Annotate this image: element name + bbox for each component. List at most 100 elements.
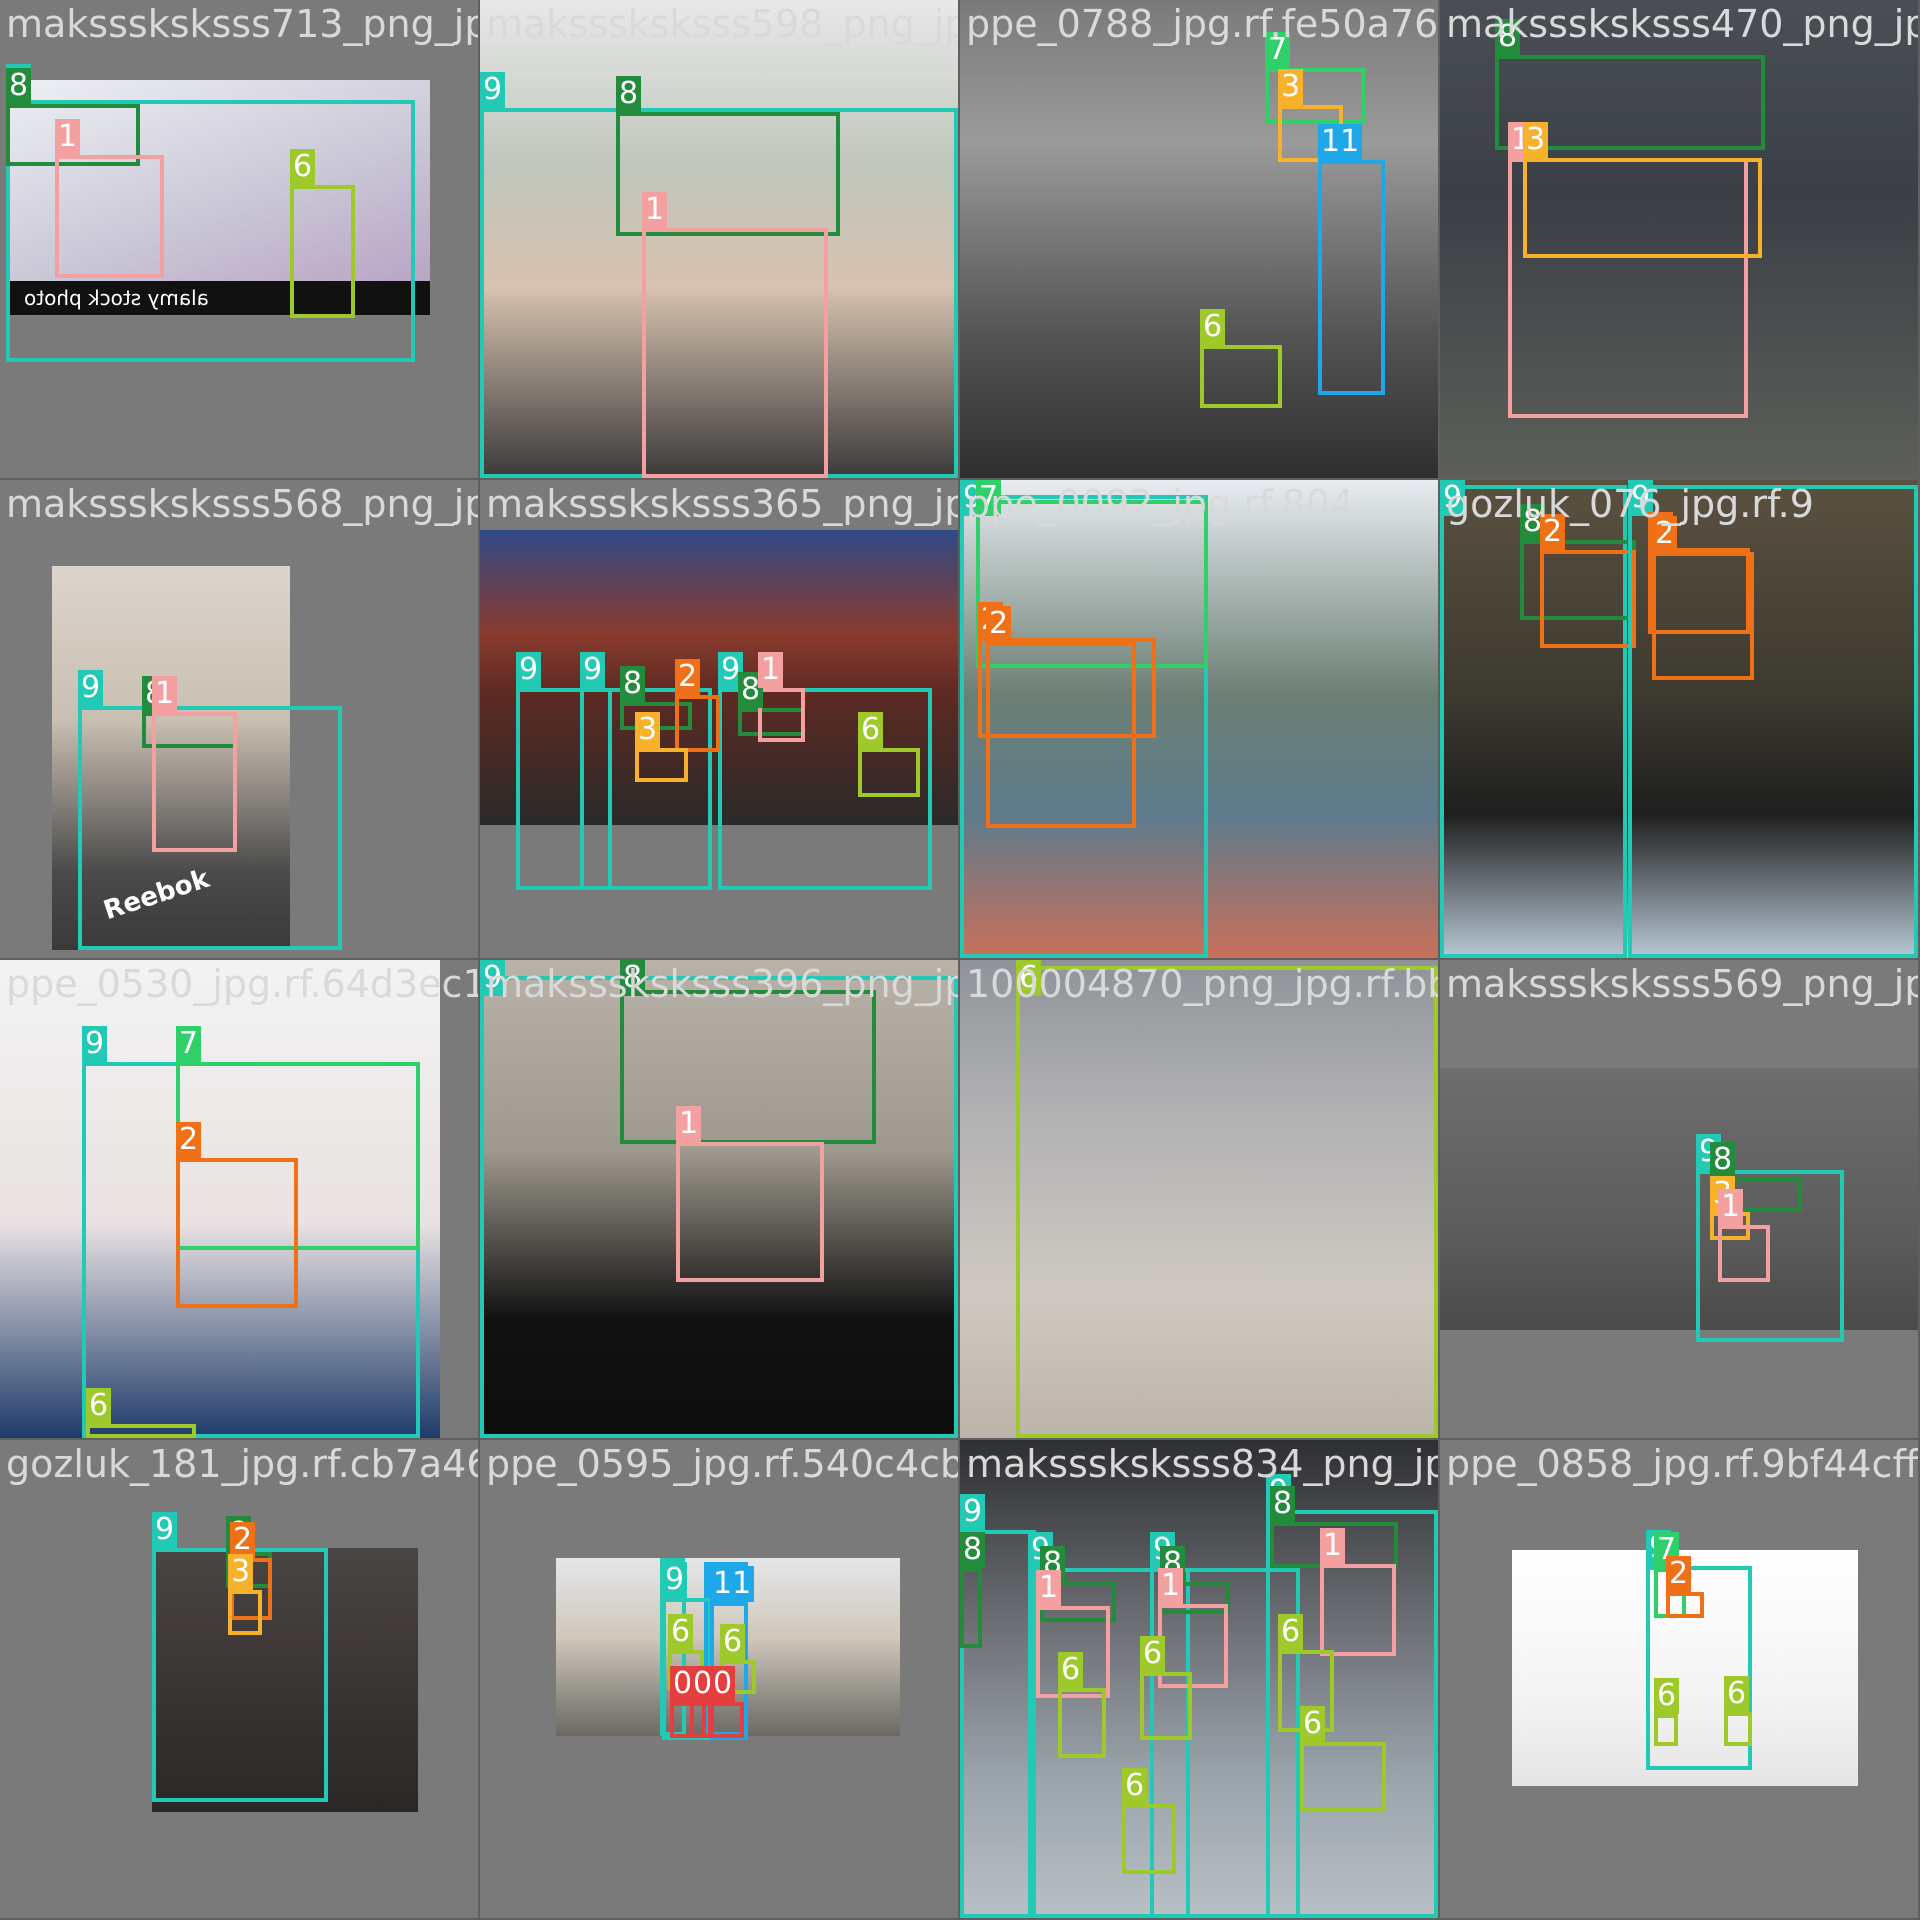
- detection-box: [1652, 552, 1754, 680]
- detection-box: [858, 748, 920, 797]
- detection-label: 6: [720, 1624, 746, 1660]
- detection-label: 1: [758, 652, 784, 688]
- detection-label: 9: [662, 1562, 688, 1598]
- detection-label: 9: [78, 670, 104, 706]
- detection-box: [228, 1590, 262, 1635]
- detection-box: [1718, 1225, 1770, 1282]
- detection-box: [152, 712, 237, 852]
- tile-filename: ppe_0788_jpg.rf.fe50a76a9b: [966, 2, 1438, 46]
- tile-filename: maksssksksss568_png_jpg.: [6, 482, 478, 526]
- tile-rain-crowd[interactable]: maksssksksss834_png_jpg.9899988811166666: [960, 1440, 1438, 1918]
- detection-label: 9: [82, 1026, 108, 1062]
- detection-box: [1058, 1688, 1106, 1758]
- tile-man-hoodie[interactable]: Reebokmaksssksksss568_png_jpg.981: [0, 480, 478, 958]
- detection-box: [710, 1702, 744, 1738]
- tile-hand[interactable]: 100004870_png_jpg.rf.bb642b26: [960, 960, 1438, 1438]
- tile-girl-mask-teddy[interactable]: alamy stock photo maksssksksss713_png_jpg…: [0, 0, 478, 478]
- detection-label: 3: [1278, 69, 1304, 105]
- tile-cyclist[interactable]: ppe_0092_jpg.rf.8049722: [960, 480, 1438, 958]
- detection-label: 6: [1058, 1652, 1084, 1688]
- tile-filename: maksssksksss396_png_jpg.: [486, 962, 958, 1006]
- tile-road-workers[interactable]: ppe_0595_jpg.rf.540c4cbc31091191166000: [480, 1440, 958, 1918]
- detection-label: 1: [55, 119, 81, 155]
- detection-label: 0: [710, 1666, 736, 1702]
- detection-label: 1: [642, 192, 668, 228]
- detection-label: 6: [668, 1614, 694, 1650]
- detection-box: [676, 1142, 824, 1282]
- tile-doctor[interactable]: gozluk_181_jpg.rf.cb7a46a29823: [0, 1440, 478, 1918]
- tile-two-women-sunglasses[interactable]: gozluk_076_jpg.rf.9982922: [1440, 480, 1918, 958]
- detection-label: 1: [1320, 1528, 1346, 1564]
- detection-box: [86, 1424, 196, 1438]
- detection-label: 6: [858, 712, 884, 748]
- detection-box: [675, 695, 720, 752]
- detection-label: 6: [1300, 1706, 1326, 1742]
- tile-filename: maksssksksss365_png_jpg.: [486, 482, 958, 526]
- detection-label: 2: [176, 1122, 202, 1158]
- detection-label: 1: [1158, 1568, 1184, 1604]
- detection-box: [960, 1568, 982, 1648]
- tile-filename: ppe_0530_jpg.rf.64d3ec161: [6, 962, 478, 1006]
- detection-label: 9: [580, 652, 606, 688]
- detection-label: 3: [228, 1554, 254, 1590]
- detection-box: [1666, 1592, 1704, 1618]
- detection-label: 7: [176, 1026, 202, 1062]
- detection-label: 9: [960, 1494, 986, 1530]
- detection-label: 9: [480, 72, 506, 108]
- tile-filename: maksssksksss834_png_jpg.: [966, 1442, 1438, 1486]
- detection-box: [55, 155, 164, 278]
- detection-box: [635, 748, 688, 782]
- detection-box: [1016, 966, 1438, 1438]
- detection-box: [758, 688, 805, 742]
- detection-label: 6: [290, 149, 316, 185]
- detection-box: [1724, 1712, 1752, 1746]
- detection-label: 6: [1278, 1614, 1304, 1650]
- detection-label: 1: [676, 1106, 702, 1142]
- detection-label: 1: [1036, 1570, 1062, 1606]
- detection-label: 8: [960, 1532, 986, 1568]
- detection-label: 8: [1270, 1486, 1296, 1522]
- tile-police-officer[interactable]: maksssksksss396_png_jpg. 9 8 1: [480, 960, 958, 1438]
- detection-label: 11: [1318, 124, 1363, 160]
- detection-box: [1200, 345, 1282, 408]
- detection-label: 6: [1654, 1678, 1680, 1714]
- tile-man-desk[interactable]: ppe_0858_jpg.rf.9bf44cff06897266: [1440, 1440, 1918, 1918]
- detection-box: [690, 1702, 712, 1738]
- detection-label: 1: [152, 676, 178, 712]
- tile-filename: 100004870_png_jpg.rf.bb642b2: [966, 962, 1438, 1006]
- detection-box: [1140, 1672, 1192, 1740]
- tile-filename: ppe_0595_jpg.rf.540c4cbc310: [486, 1442, 958, 1486]
- detection-label: 2: [986, 606, 1012, 642]
- detection-label: 3: [1523, 122, 1549, 158]
- tile-hardhat-man[interactable]: ppe_0530_jpg.rf.64d3ec161 9 7 2 6: [0, 960, 478, 1438]
- detection-box: [1318, 160, 1385, 395]
- detection-label: 3: [635, 712, 661, 748]
- tile-factory-worker[interactable]: ppe_0788_jpg.rf.fe50a76a9b73116: [960, 0, 1438, 478]
- tile-filename: maksssksksss470_png_jpg.: [1446, 2, 1918, 46]
- detection-label: 8: [620, 666, 646, 702]
- tile-filename: maksssksksss713_png_jpg.: [6, 2, 478, 46]
- mosaic-grid: alamy stock photo maksssksksss713_png_jpg…: [0, 0, 1920, 1920]
- detection-label: 9: [516, 652, 542, 688]
- detection-label: 8: [1710, 1142, 1736, 1178]
- detection-label: 11: [710, 1566, 755, 1602]
- detection-box: [642, 228, 828, 478]
- detection-label: 1: [1718, 1189, 1744, 1225]
- tile-square-crowd[interactable]: maksssksksss365_png_jpg. 9 9 9 8 8 1 2 3 6: [480, 480, 958, 958]
- detection-box: [1300, 1742, 1386, 1812]
- detection-label: 2: [675, 659, 701, 695]
- detection-box: [986, 642, 1136, 828]
- tile-filename: gozluk_181_jpg.rf.cb7a46a2: [6, 1442, 478, 1486]
- tile-woman-beanie-mask[interactable]: maksssksksss470_png_jpg. 8 1 3: [1440, 0, 1918, 478]
- detection-label: 8: [616, 76, 642, 112]
- detection-label: 8: [6, 68, 32, 104]
- detection-label: 9: [152, 1512, 178, 1548]
- detection-box: [290, 185, 355, 318]
- detection-label: 6: [1724, 1676, 1750, 1712]
- detection-label: 6: [1140, 1636, 1166, 1672]
- tile-filename: ppe_0858_jpg.rf.9bf44cff068: [1446, 1442, 1918, 1486]
- tile-bus-window[interactable]: maksssksksss569_png_jpg.9831: [1440, 960, 1918, 1438]
- tile-filename: gozluk_076_jpg.rf.9: [1446, 482, 1814, 526]
- tile-man-mask-plants[interactable]: maksssksksss598_png_jpg. 9 8 1: [480, 0, 958, 478]
- tile-filename: maksssksksss598_png_jpg.: [486, 2, 958, 46]
